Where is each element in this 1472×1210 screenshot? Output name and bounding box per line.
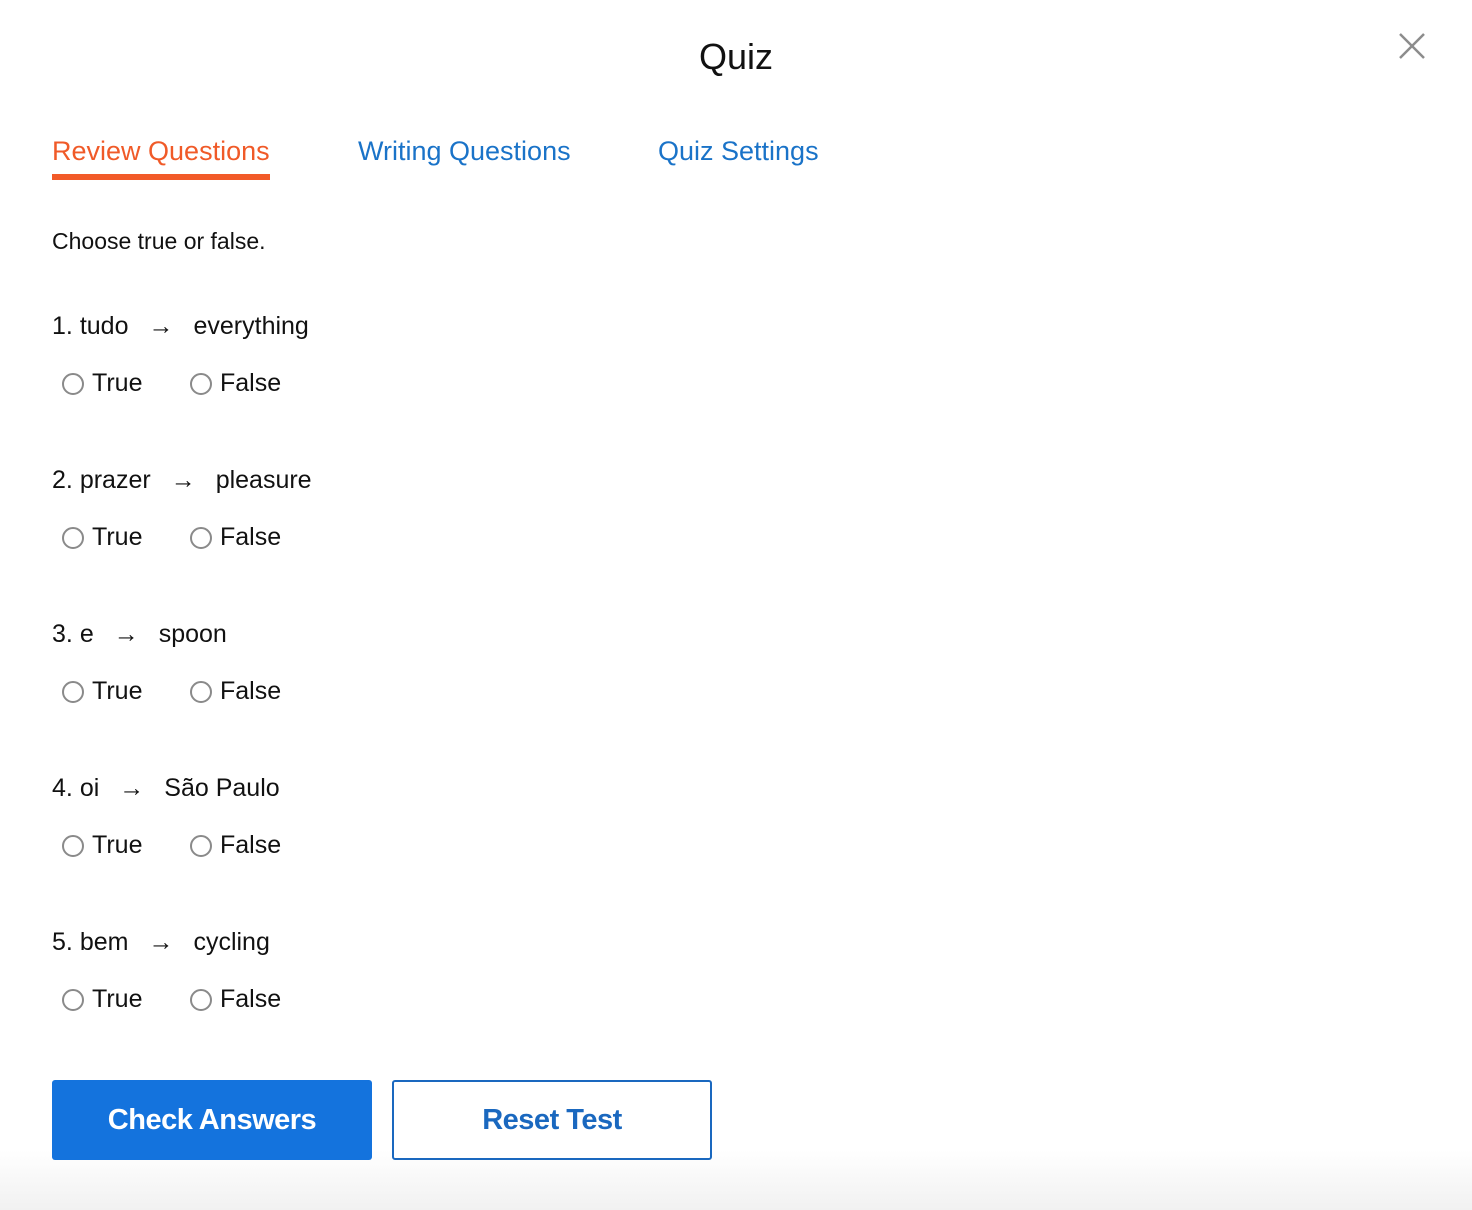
question-item: 3. e → spoon True False [52,620,281,717]
dialog-title: Quiz [698,36,774,77]
true-option[interactable]: True [62,369,142,398]
question-term: e [79,620,94,648]
close-icon [1399,33,1425,59]
instructions: Choose true or false. [52,228,266,254]
arrow-icon: → [113,620,139,648]
true-option[interactable]: True [62,831,142,860]
false-label: False [220,677,282,705]
false-label: False [220,831,282,859]
tab-review-questions[interactable]: Review Questions [52,136,270,180]
radio-false[interactable] [190,526,212,549]
false-option[interactable]: False [190,677,281,706]
tab-label: Writing Questions [358,136,571,166]
false-label: False [220,369,282,397]
question-item: 2. prazer → pleasure True False [52,466,312,563]
arrow-icon: → [119,774,145,802]
question-item: 4. oi → São Paulo True False [52,774,281,871]
question-text: 1. tudo → everything [52,312,309,341]
radio-true[interactable] [62,372,84,395]
true-label: True [92,369,143,397]
question-definition: cycling [193,928,270,956]
question-number: 2. [52,466,73,494]
radio-false[interactable] [190,680,212,703]
answer-options: True False [52,985,281,1025]
radio-true[interactable] [62,526,84,549]
close-button[interactable] [1394,30,1430,64]
false-label: False [220,985,282,1013]
answer-options: True False [52,831,281,871]
reset-test-button[interactable]: Reset Test [392,1080,712,1160]
question-item: 1. tudo → everything True False [52,312,309,409]
answer-options: True False [52,677,281,717]
question-number: 4. [52,774,73,802]
arrow-icon: → [170,466,196,494]
question-term: oi [79,774,100,802]
false-option[interactable]: False [190,831,281,860]
true-option[interactable]: True [62,677,142,706]
tab-label: Review Questions [52,136,270,166]
check-answers-button[interactable]: Check Answers [52,1080,372,1160]
true-option[interactable]: True [62,985,142,1014]
true-label: True [92,677,143,705]
radio-true[interactable] [62,834,84,857]
radio-false[interactable] [190,372,212,395]
question-term: prazer [79,466,151,494]
question-definition: São Paulo [164,774,280,802]
question-number: 3. [52,620,73,648]
question-definition: everything [193,312,309,340]
radio-true[interactable] [62,680,84,703]
question-term: tudo [79,312,129,340]
false-option[interactable]: False [190,523,281,552]
question-term: bem [79,928,129,956]
question-item: 5. bem → cycling True False [52,928,281,1025]
tab-writing-questions[interactable]: Writing Questions [358,136,571,167]
false-option[interactable]: False [190,369,281,398]
answer-options: True False [52,523,312,563]
true-label: True [92,831,143,859]
arrow-icon: → [148,928,174,956]
question-text: 2. prazer → pleasure [52,466,312,495]
true-option[interactable]: True [62,523,142,552]
radio-false[interactable] [190,988,212,1011]
active-tab-indicator [52,174,270,180]
question-definition: spoon [158,620,227,648]
true-label: True [92,523,143,551]
false-label: False [220,523,282,551]
true-label: True [92,985,143,1013]
false-option[interactable]: False [190,985,281,1014]
question-text: 5. bem → cycling [52,928,270,957]
answer-options: True False [52,369,309,409]
question-number: 1. [52,312,73,340]
tab-label: Quiz Settings [658,136,819,166]
radio-true[interactable] [62,988,84,1011]
question-text: 4. oi → São Paulo [52,774,280,803]
question-text: 3. e → spoon [52,620,227,649]
radio-false[interactable] [190,834,212,857]
tab-quiz-settings[interactable]: Quiz Settings [658,136,819,167]
arrow-icon: → [148,312,174,340]
question-definition: pleasure [215,466,312,494]
question-number: 5. [52,928,73,956]
